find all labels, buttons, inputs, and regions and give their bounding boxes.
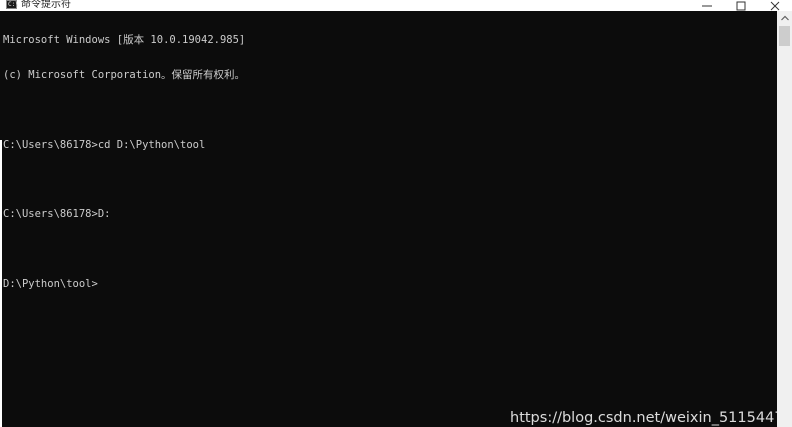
minimize-icon: [702, 5, 712, 6]
maximize-button[interactable]: [724, 0, 758, 11]
cmd-icon-label: C:\: [8, 1, 19, 8]
scroll-up-button[interactable]: [777, 11, 792, 25]
background-window-edge: [0, 140, 2, 427]
console-line: (c) Microsoft Corporation。保留所有权利。: [3, 68, 246, 81]
console-text: Microsoft Windows [版本 10.0.19042.985] (c…: [3, 12, 245, 313]
console-output[interactable]: Microsoft Windows [版本 10.0.19042.985] (c…: [0, 11, 777, 427]
window-controls: [690, 0, 792, 11]
maximize-icon: [736, 1, 746, 10]
watermark-text: https://blog.csdn.net/weixin_51154479: [510, 410, 777, 426]
scrollbar-thumb[interactable]: [779, 26, 790, 46]
console-line: C:\Users\86178>cd D:\Python\tool: [3, 138, 206, 151]
minimize-button[interactable]: [690, 0, 724, 11]
title-bar[interactable]: C:\ 命令提示符: [0, 0, 792, 11]
vertical-scrollbar[interactable]: [777, 11, 792, 427]
close-icon: [770, 1, 780, 10]
chevron-up-icon: [780, 15, 789, 21]
console-line: Microsoft Windows [版本 10.0.19042.985]: [3, 34, 246, 47]
console-line: C:\Users\86178>D:: [3, 208, 111, 221]
console-prompt-line[interactable]: D:\Python\tool>: [3, 278, 245, 291]
command-prompt-window: C:\ 命令提示符 Microsoft Windows [版本 10.0.190…: [0, 0, 792, 427]
cmd-icon[interactable]: C:\: [6, 0, 19, 9]
close-button[interactable]: [758, 0, 792, 11]
window-title: 命令提示符: [21, 0, 71, 10]
